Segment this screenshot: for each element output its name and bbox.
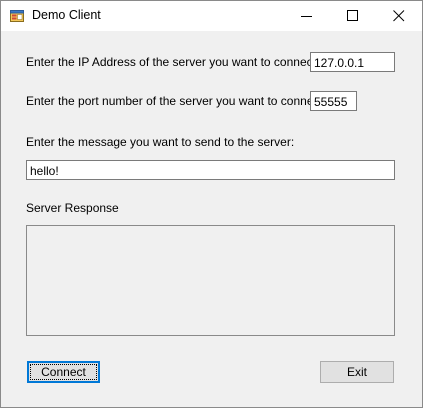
title-bar[interactable]: Demo Client [1,1,422,31]
exit-button[interactable]: Exit [320,361,394,383]
app-form-icon [10,9,24,23]
maximize-button[interactable] [330,1,376,31]
server-response-box[interactable] [26,225,395,336]
message-label: Enter the message you want to send to th… [26,135,295,149]
close-button[interactable] [376,1,422,31]
demo-client-window: Demo Client Enter the IP Address of the … [0,0,423,408]
port-number-label: Enter the port number of the server you … [26,94,340,108]
port-number-input[interactable] [310,91,357,111]
server-response-label: Server Response [26,201,119,215]
minimize-button[interactable] [284,1,330,31]
window-title: Demo Client [32,8,101,22]
ip-address-label: Enter the IP Address of the server you w… [26,55,333,69]
close-icon [393,10,405,22]
maximize-icon [347,10,358,21]
minimize-icon [301,16,312,17]
connect-button[interactable]: Connect [27,361,100,383]
message-input[interactable] [26,160,395,180]
ip-address-input[interactable] [310,52,395,72]
